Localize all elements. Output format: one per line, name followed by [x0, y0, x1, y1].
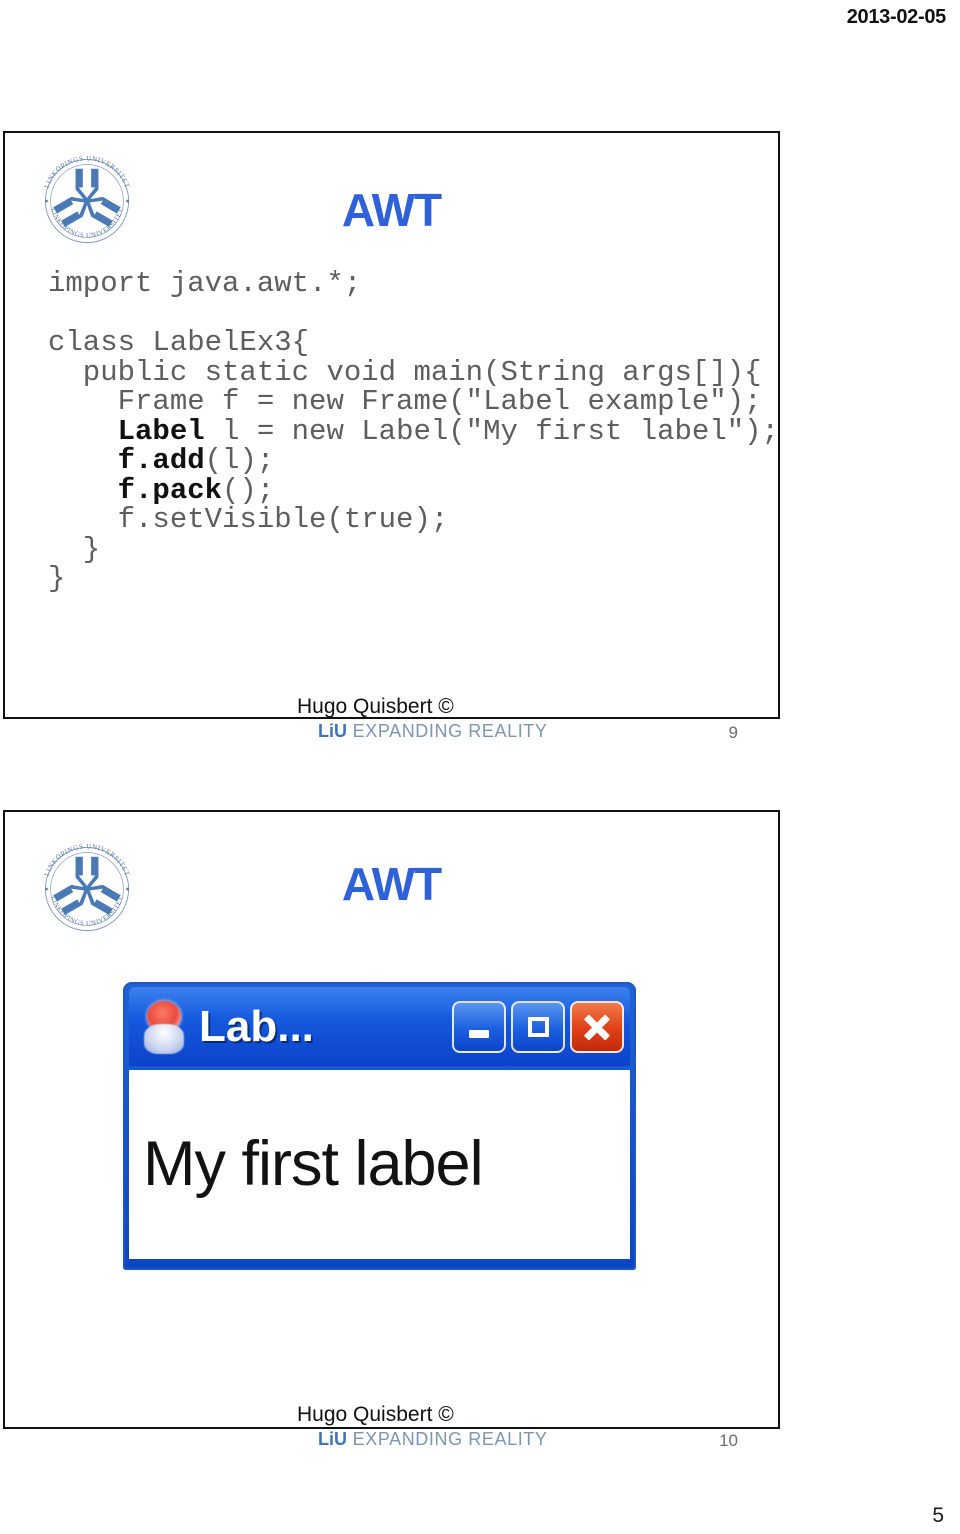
- liu-wordmark: LiU EXPANDING REALITY: [318, 721, 548, 742]
- code-line: Frame f = new Frame("Label example");: [48, 387, 779, 417]
- window-controls: [452, 1000, 624, 1053]
- minimize-icon[interactable]: [452, 1000, 506, 1053]
- code-snippet: import java.awt.*; class LabelEx3{ public…: [48, 269, 779, 594]
- code-line: f.add(l);: [48, 446, 779, 476]
- code-line: f.pack();: [48, 473, 779, 507]
- code-text: l = new Label("My first label");: [204, 414, 779, 448]
- code-keyword: Label: [48, 414, 205, 448]
- slide-number: 9: [728, 723, 738, 742]
- slide-title: AWT: [341, 184, 442, 236]
- code-text: Frame f = new Frame("Label example");: [48, 385, 762, 418]
- awt-application-window: Lab... My first label: [123, 982, 636, 1270]
- code-text: }: [48, 562, 66, 595]
- code-text: class LabelEx3{: [48, 326, 310, 359]
- slide-title: AWT: [341, 858, 442, 910]
- liu-tagline-text: EXPANDING REALITY: [347, 1429, 548, 1449]
- awt-label-text: My first label: [143, 1129, 484, 1199]
- code-text: f.setVisible(true);: [48, 503, 449, 536]
- code-line: import java.awt.*;: [48, 269, 779, 299]
- code-text: import java.awt.*;: [48, 267, 362, 300]
- liu-wordmark: LiU EXPANDING REALITY: [318, 1429, 548, 1450]
- slide-10: LINKÖPINGS UNIVERSITET LINKÖPINGS UNIVER…: [3, 810, 780, 1450]
- code-line: class LabelEx3{: [48, 328, 779, 358]
- liu-brand-text: LiU: [318, 721, 347, 741]
- java-duke-icon: [139, 999, 189, 1055]
- window-client-area: My first label: [129, 1070, 630, 1259]
- code-line: }: [48, 564, 779, 594]
- code-text: (l);: [204, 444, 275, 477]
- slide-number: 10: [719, 1431, 738, 1450]
- code-keyword: f.add: [48, 444, 205, 477]
- window-title: Lab...: [199, 1001, 314, 1051]
- document-date: 2013-02-05: [846, 6, 947, 28]
- code-text: ();: [222, 473, 275, 507]
- code-line: public static void main(String args[]){: [48, 355, 779, 389]
- code-text: }: [48, 532, 101, 566]
- code-line: f.setVisible(true);: [48, 505, 779, 535]
- liu-brand-text: LiU: [318, 1429, 347, 1449]
- code-text: public static void main(String args[]){: [48, 355, 762, 389]
- liu-tagline-text: EXPANDING REALITY: [347, 721, 548, 741]
- maximize-icon[interactable]: [511, 1000, 565, 1053]
- slide-9: LINKÖPINGS UNIVERSITET LINKÖPINGS UNIVER…: [3, 131, 780, 742]
- window-title-bar[interactable]: Lab...: [129, 987, 630, 1066]
- code-keyword: f.pack: [48, 473, 223, 507]
- author-credit: Hugo Quisbert ©: [297, 1403, 454, 1426]
- code-line: Label l = new Label("My first label");: [48, 414, 779, 448]
- close-icon[interactable]: [570, 1000, 624, 1053]
- author-credit: Hugo Quisbert ©: [297, 695, 454, 718]
- document-page-number: 5: [932, 1504, 944, 1527]
- code-line: }: [48, 532, 779, 566]
